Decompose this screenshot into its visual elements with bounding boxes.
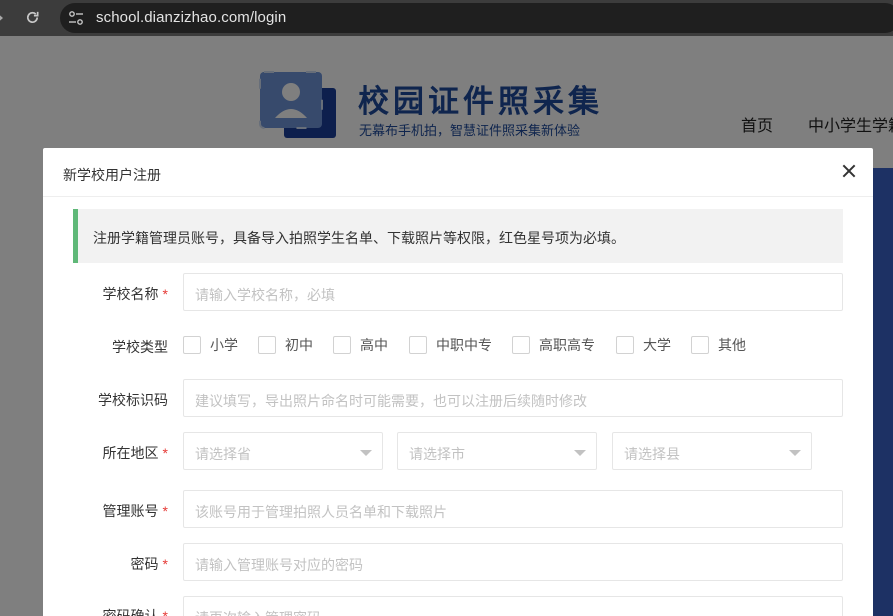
forward-icon[interactable] (0, 12, 3, 24)
password-label-text: 密码 (130, 556, 159, 572)
checkbox-label: 小学 (210, 337, 238, 353)
school-name-input[interactable]: 请输入学校名称，必填 (183, 273, 843, 311)
reload-icon[interactable] (25, 10, 40, 25)
required-mark: * (162, 445, 168, 461)
chevron-down-icon (574, 450, 586, 456)
checkbox-higher-vocational[interactable]: 高职高专 (512, 335, 595, 355)
password-confirm-input[interactable]: 请再次输入管理密码 (183, 596, 843, 616)
checkbox-box[interactable] (409, 336, 427, 354)
chevron-down-icon (360, 450, 372, 456)
province-placeholder: 请选择省 (195, 446, 251, 462)
checkbox-box[interactable] (691, 336, 709, 354)
region-label-text: 所在地区 (102, 445, 159, 461)
dialog-header: 新学校用户注册 (43, 148, 873, 197)
admin-account-label-text: 管理账号 (102, 503, 159, 519)
checkbox-box[interactable] (333, 336, 351, 354)
url-text[interactable]: school.dianzizhao.com/login (96, 9, 286, 26)
checkbox-label: 初中 (285, 337, 313, 353)
checkbox-label: 中职中专 (436, 337, 492, 353)
checkbox-senior[interactable]: 高中 (333, 335, 388, 355)
checkbox-label: 高职高专 (539, 337, 595, 353)
password-label: 密码 * (43, 554, 168, 574)
required-mark: * (162, 286, 168, 302)
admin-account-placeholder: 该账号用于管理拍照人员名单和下载照片 (195, 504, 447, 520)
county-placeholder: 请选择县 (624, 446, 680, 462)
checkbox-other[interactable]: 其他 (691, 335, 746, 355)
checkbox-label: 其他 (718, 337, 746, 353)
checkbox-label: 大学 (643, 337, 671, 353)
county-select[interactable]: 请选择县 (612, 432, 812, 470)
checkbox-university[interactable]: 大学 (616, 335, 671, 355)
school-type-label-text: 学校类型 (112, 339, 168, 355)
province-select[interactable]: 请选择省 (183, 432, 383, 470)
checkbox-vocational[interactable]: 中职中专 (409, 335, 492, 355)
admin-account-input[interactable]: 该账号用于管理拍照人员名单和下载照片 (183, 490, 843, 528)
register-dialog: 新学校用户注册 注册学籍管理员账号，具备导入拍照学生名单、下载照片等权限，红色星… (43, 148, 873, 616)
password-confirm-label: 密码确认 * (43, 606, 168, 616)
school-code-label-text: 学校标识码 (98, 392, 168, 408)
checkbox-box[interactable] (616, 336, 634, 354)
notice-box: 注册学籍管理员账号，具备导入拍照学生名单、下载照片等权限，红色星号项为必填。 (73, 209, 843, 263)
admin-account-label: 管理账号 * (43, 501, 168, 521)
site-info-icon[interactable] (68, 10, 84, 26)
school-name-label: 学校名称 * (43, 284, 168, 304)
city-select[interactable]: 请选择市 (397, 432, 597, 470)
dialog-title: 新学校用户注册 (63, 167, 161, 183)
password-input[interactable]: 请输入管理账号对应的密码 (183, 543, 843, 581)
school-code-placeholder: 建议填写，导出照片命名时可能需要，也可以注册后续随时修改 (195, 393, 587, 409)
close-icon[interactable] (840, 162, 858, 180)
checkbox-primary[interactable]: 小学 (183, 335, 238, 355)
required-mark: * (162, 556, 168, 572)
notice-text: 注册学籍管理员账号，具备导入拍照学生名单、下载照片等权限，红色星号项为必填。 (93, 230, 625, 246)
password-confirm-placeholder: 请再次输入管理密码 (195, 608, 321, 616)
password-placeholder: 请输入管理账号对应的密码 (195, 557, 363, 573)
city-placeholder: 请选择市 (409, 446, 465, 462)
checkbox-label: 高中 (360, 337, 388, 353)
checkbox-box[interactable] (512, 336, 530, 354)
school-name-label-text: 学校名称 (102, 286, 159, 302)
school-code-input[interactable]: 建议填写，导出照片命名时可能需要，也可以注册后续随时修改 (183, 379, 843, 417)
school-type-label: 学校类型 (43, 337, 168, 357)
school-name-placeholder: 请输入学校名称，必填 (195, 287, 335, 303)
checkbox-box[interactable] (258, 336, 276, 354)
checkbox-box[interactable] (183, 336, 201, 354)
required-mark: * (162, 608, 168, 616)
chevron-down-icon (789, 450, 801, 456)
browser-toolbar: school.dianzizhao.com/login (0, 0, 893, 36)
region-label: 所在地区 * (43, 443, 168, 463)
checkbox-junior[interactable]: 初中 (258, 335, 313, 355)
school-code-label: 学校标识码 (43, 390, 168, 410)
password-confirm-label-text: 密码确认 (102, 608, 159, 616)
required-mark: * (162, 503, 168, 519)
